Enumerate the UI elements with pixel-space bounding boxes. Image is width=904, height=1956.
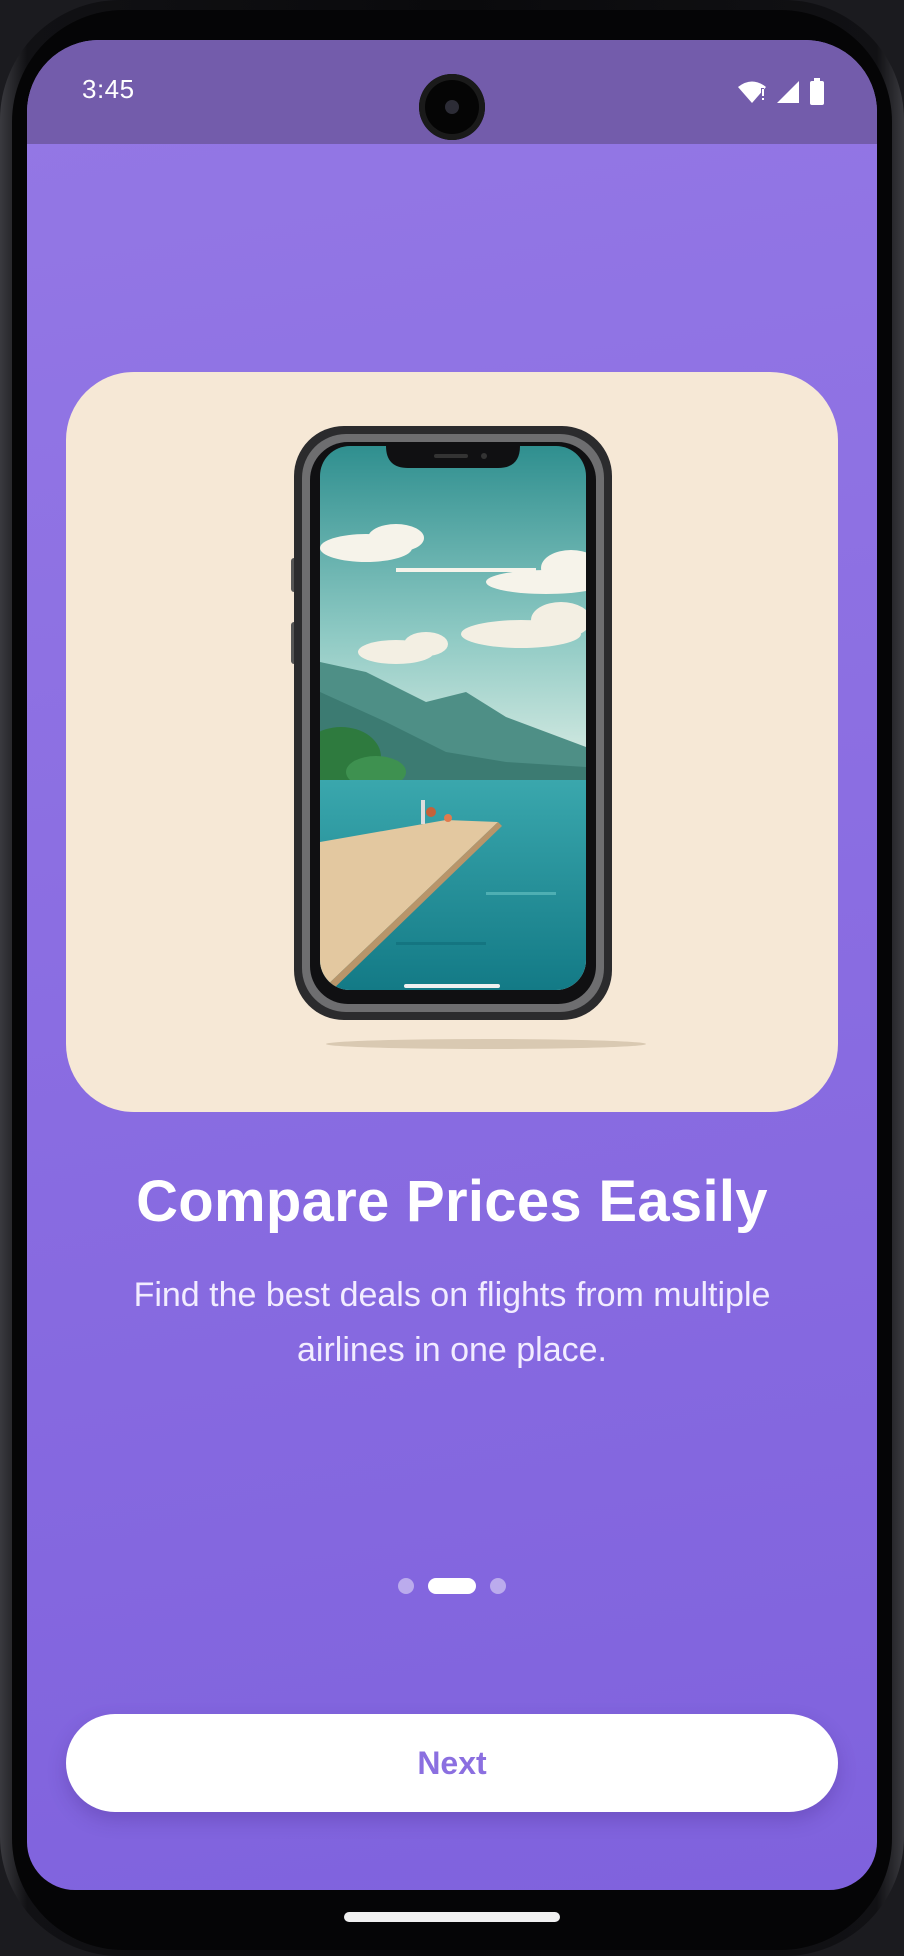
page-dot-2-active[interactable]: [428, 1578, 476, 1594]
page-dot-1[interactable]: [398, 1578, 414, 1594]
front-camera: [419, 74, 485, 140]
onboarding-illustration-card: [66, 372, 838, 1112]
device-frame: 3:45 Compare Prices Easily Find the best…: [0, 0, 904, 1956]
onboarding-description: Find the best deals on flights from mult…: [133, 1276, 771, 1369]
next-button[interactable]: Next: [66, 1714, 838, 1812]
status-bar: 3:45: [27, 40, 877, 144]
page-dot-3[interactable]: [490, 1578, 506, 1594]
onboarding-title: Compare Prices Easily: [136, 1169, 768, 1234]
cellular-signal-icon: [775, 79, 801, 105]
wifi-icon: [737, 79, 767, 105]
status-icons: [737, 78, 825, 106]
phone-landscape-illustration: [291, 426, 646, 1049]
page-indicator: [27, 1578, 877, 1594]
home-indicator[interactable]: [344, 1912, 560, 1922]
app-screen: 3:45 Compare Prices Easily Find the best…: [27, 40, 877, 1890]
status-time: 3:45: [82, 74, 135, 104]
battery-icon: [809, 78, 825, 106]
